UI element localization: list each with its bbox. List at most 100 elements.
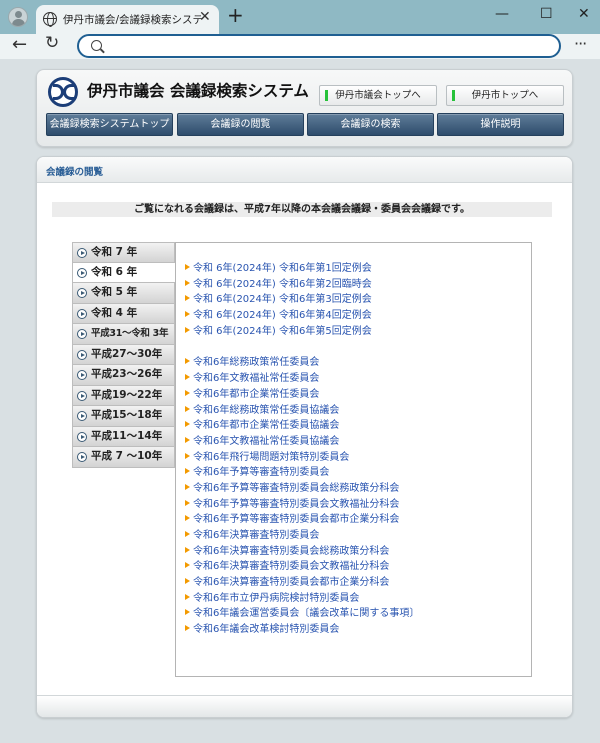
year-tab-label: 平成11～14年 <box>91 429 163 442</box>
address-bar[interactable] <box>77 34 561 58</box>
year-tab-label: 令和 4 年 <box>91 306 138 319</box>
year-tab-label: 令和 5 年 <box>91 286 138 298</box>
minutes-link[interactable]: 令和6年文教福祉常任委員協議会 <box>185 434 419 450</box>
browse-panel: 会議録の閲覧 ご覧になれる会議録は、平成7年以降の本会議会議録・委員会会議録です… <box>36 156 573 718</box>
year-tab[interactable]: 平成19～22年 <box>72 385 175 406</box>
arrow-circle-icon <box>77 267 87 278</box>
minutes-link[interactable]: 令和 6年(2024年) 令和6年第2回臨時会 <box>185 277 419 293</box>
year-tab[interactable]: 平成27～30年 <box>72 344 175 365</box>
menu-search-minutes[interactable]: 会議録の検索 <box>307 113 434 136</box>
triangle-bullet-icon <box>185 374 190 381</box>
minutes-link[interactable]: 令和6年決算審査特別委員会文教福祉分科会 <box>185 559 419 575</box>
minutes-link[interactable]: 令和6年決算審査特別委員会都市企業分科会 <box>185 575 419 591</box>
minutes-link[interactable]: 令和6年市立伊丹病院検討特別委員会 <box>185 591 419 607</box>
year-tab[interactable]: 令和 7 年 <box>72 242 175 263</box>
minutes-link[interactable]: 令和6年文教福祉常任委員会 <box>185 371 419 387</box>
triangle-bullet-icon <box>185 421 190 428</box>
minutes-link[interactable]: 令和6年決算審査特別委員会 <box>185 528 419 544</box>
minutes-link[interactable]: 令和 6年(2024年) 令和6年第3回定例会 <box>185 292 419 308</box>
triangle-bullet-icon <box>185 405 190 412</box>
site-header: 伊丹市議会 会議録検索システム 伊丹市議会トップへ 伊丹市トップへ 会議録検索シ… <box>36 69 573 147</box>
year-tab[interactable]: 平成15～18年 <box>72 406 175 427</box>
year-tab-label: 平成23～26年 <box>91 368 163 380</box>
year-tab-label: 平成27～30年 <box>91 347 163 360</box>
globe-icon <box>43 12 57 27</box>
triangle-bullet-icon <box>185 468 190 475</box>
minutes-link[interactable]: 令和6年総務政策常任委員協議会 <box>185 403 419 419</box>
year-tab-label: 平成15～18年 <box>91 409 163 421</box>
triangle-bullet-icon <box>185 609 190 616</box>
year-tab[interactable]: 令和 6 年 <box>72 262 176 283</box>
triangle-bullet-icon <box>185 593 190 600</box>
arrow-circle-icon <box>77 411 87 421</box>
maximize-icon[interactable]: ☐ <box>540 6 553 22</box>
triangle-bullet-icon <box>185 264 190 270</box>
minutes-link[interactable]: 令和6年予算等審査特別委員会 <box>185 465 419 481</box>
minutes-link[interactable]: 令和6年飛行場問題対策特別委員会 <box>185 450 419 466</box>
triangle-bullet-icon <box>185 389 190 396</box>
minutes-link-label: 令和6年議会運営委員会〔議会改革に関する事項〕 <box>193 608 420 620</box>
triangle-bullet-icon <box>185 515 190 522</box>
minutes-link-label: 令和6年文教福祉常任委員協議会 <box>193 435 340 447</box>
arrow-circle-icon <box>77 288 87 298</box>
minutes-link[interactable]: 令和6年都市企業常任委員協議会 <box>185 418 419 434</box>
minimize-icon[interactable]: — <box>495 6 509 22</box>
year-tab[interactable]: 平成23～26年 <box>72 365 175 386</box>
minutes-link-label: 令和6年予算等審査特別委員会文教福祉分科会 <box>193 498 400 510</box>
year-tab-label: 平成31～令和 3年 <box>91 328 169 339</box>
triangle-bullet-icon <box>185 295 190 302</box>
minutes-link-label: 令和6年予算等審査特別委員会総務政策分科会 <box>193 482 400 494</box>
year-tab[interactable]: 令和 4 年 <box>72 303 175 324</box>
minutes-link-label: 令和 6年(2024年) 令和6年第3回定例会 <box>193 294 372 306</box>
minutes-link-label: 令和6年議会改革検討特別委員会 <box>193 624 340 636</box>
back-arrow-icon[interactable]: ← <box>12 34 27 55</box>
arrow-circle-icon <box>77 370 87 380</box>
green-bar-icon <box>452 90 455 101</box>
more-menu-icon[interactable]: ··· <box>574 34 587 53</box>
minutes-link[interactable]: 令和6年議会運営委員会〔議会改革に関する事項〕 <box>185 606 419 622</box>
browser-titlebar: 伊丹市議会/会議録検索システム ✕ + — ☐ ✕ <box>0 0 600 34</box>
window-close-icon[interactable]: ✕ <box>578 6 590 22</box>
menu-browse-minutes[interactable]: 会議録の閲覧 <box>177 113 304 136</box>
profile-avatar-icon[interactable] <box>8 7 28 27</box>
minutes-link[interactable]: 令和6年決算審査特別委員会総務政策分科会 <box>185 544 419 560</box>
year-tab-label: 平成 7 ～10年 <box>91 450 163 462</box>
triangle-bullet-icon <box>185 279 190 286</box>
menu-system-top[interactable]: 会議録検索システムトップ <box>46 113 173 136</box>
minutes-link[interactable]: 令和 6年(2024年) 令和6年第5回定例会 <box>185 324 419 340</box>
triangle-bullet-icon <box>185 452 190 459</box>
triangle-bullet-icon <box>185 358 190 365</box>
year-tab[interactable]: 平成 7 ～10年 <box>72 447 175 468</box>
minutes-link[interactable]: 令和6年都市企業常任委員会 <box>185 387 419 403</box>
minutes-link[interactable]: 令和 6年(2024年) 令和6年第1回定例会 <box>185 261 419 277</box>
minutes-link-label: 令和6年決算審査特別委員会 <box>193 530 320 541</box>
minutes-link-label: 令和 6年(2024年) 令和6年第2回臨時会 <box>193 278 372 290</box>
minutes-link[interactable]: 令和 6年(2024年) 令和6年第4回定例会 <box>185 308 419 324</box>
year-tab[interactable]: 令和 5 年 <box>72 283 175 304</box>
link-city-council-top[interactable]: 伊丹市議会トップへ <box>319 85 437 106</box>
triangle-bullet-icon <box>185 311 190 318</box>
minutes-link[interactable]: 令和6年議会改革検討特別委員会 <box>185 622 419 638</box>
link-city-top[interactable]: 伊丹市トップへ <box>446 85 564 106</box>
minutes-link-label: 令和6年予算等審査特別委員会 <box>193 467 330 479</box>
triangle-bullet-icon <box>185 436 190 443</box>
minutes-list-box: 令和 6年(2024年) 令和6年第1回定例会 令和 6年(2024年) 令和6年… <box>175 242 532 677</box>
panel-title: 会議録の閲覧 <box>46 167 104 178</box>
minutes-link[interactable]: 令和6年予算等審査特別委員会総務政策分科会 <box>185 481 419 497</box>
minutes-link-label: 令和6年都市企業常任委員協議会 <box>193 420 340 432</box>
browser-tab[interactable]: 伊丹市議会/会議録検索システム ✕ <box>36 5 219 34</box>
triangle-bullet-icon <box>185 326 190 333</box>
year-tab[interactable]: 平成31～令和 3年 <box>72 324 175 345</box>
triangle-bullet-icon <box>185 499 190 506</box>
minutes-link[interactable]: 令和6年総務政策常任委員会 <box>185 355 419 371</box>
menu-help[interactable]: 操作説明 <box>437 113 564 136</box>
reload-icon[interactable]: ↻ <box>45 33 59 53</box>
year-tab[interactable]: 平成11～14年 <box>72 426 175 447</box>
minutes-link[interactable]: 令和6年予算等審査特別委員会文教福祉分科会 <box>185 497 419 513</box>
itami-city-logo-icon <box>48 77 78 107</box>
minutes-link-label: 令和 6年(2024年) 令和6年第5回定例会 <box>193 325 372 337</box>
new-tab-button[interactable]: + <box>227 5 244 25</box>
tab-close-icon[interactable]: ✕ <box>199 9 211 25</box>
minutes-link[interactable]: 令和6年予算等審査特別委員会都市企業分科会 <box>185 512 419 528</box>
